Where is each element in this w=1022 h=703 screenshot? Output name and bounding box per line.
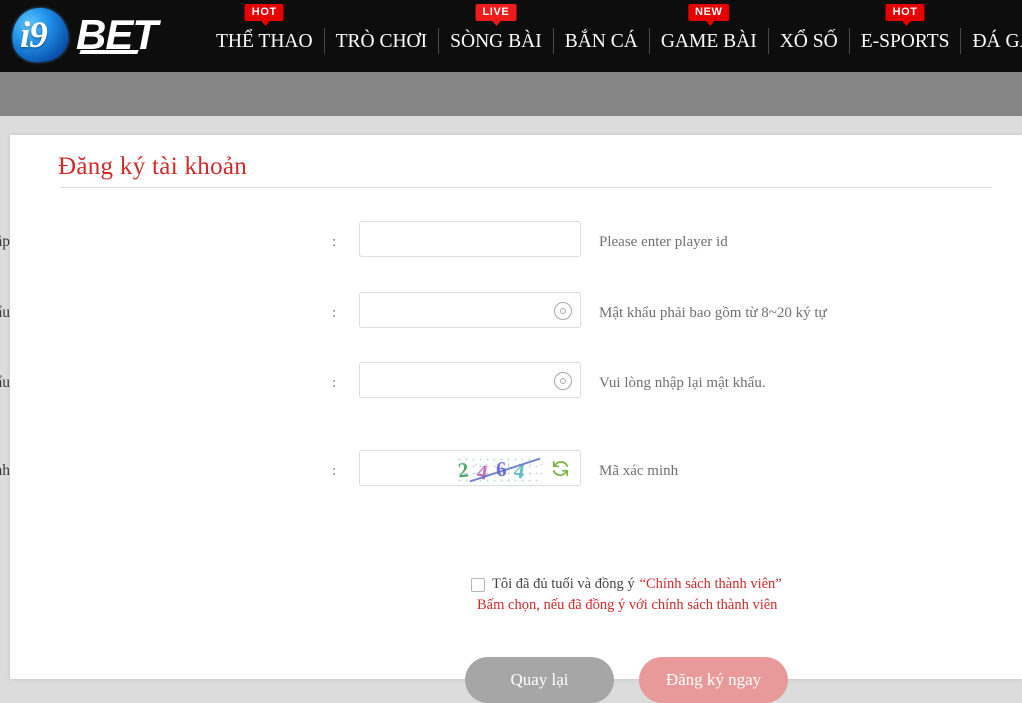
hint-confirm-password: Vui lòng nhập lại mật khẩu. — [599, 375, 766, 391]
badge-hot: HOT — [885, 4, 925, 26]
username-input[interactable] — [360, 222, 580, 256]
nav-item-tro-choi[interactable]: TRÒ CHƠI — [325, 0, 439, 72]
badge-live: LIVE — [475, 4, 517, 26]
nav-label: TRÒ CHƠI — [335, 31, 428, 52]
agree-checkbox[interactable] — [471, 577, 485, 592]
site-logo[interactable]: i9 BET — [8, 4, 198, 66]
page-title: Đăng ký tài khoản — [58, 153, 248, 180]
password-input[interactable] — [360, 293, 580, 327]
nav-label: XỔ SỐ — [779, 31, 838, 52]
label-text: Tên đăng nhập — [0, 233, 10, 250]
nav-label: BẮN CÁ — [564, 31, 638, 52]
badge-new: NEW — [688, 4, 730, 26]
label-text: Mã xác minh — [0, 462, 10, 479]
captcha-input-wrapper[interactable]: 2 4 6 4 — [359, 450, 581, 486]
hint-password: Mật khẩu phải bao gồm từ 8~20 ký tự — [599, 305, 827, 321]
username-input-wrapper[interactable] — [359, 221, 581, 257]
agreement-note: Bấm chọn, nếu đã đồng ý với chính sách t… — [477, 597, 778, 613]
nav-item-game-bai[interactable]: NEW GAME BÀI — [650, 0, 768, 72]
nav-label: E-SPORTS — [860, 31, 950, 52]
hint-username: Please enter player id — [599, 234, 728, 250]
nav-label: GAME BÀI — [660, 31, 757, 52]
nav-label: THỂ THAO — [216, 31, 313, 52]
label-text: Mật khẩu — [0, 304, 10, 321]
logo-bet-text: BET — [76, 11, 158, 58]
label-colon: : — [332, 463, 337, 479]
nav-label: ĐÁ GÀ — [972, 31, 1022, 52]
label-password: *Mật khẩu — [0, 292, 10, 334]
label-text: Xác nhận lại mật khẩu — [0, 374, 10, 391]
captcha-image[interactable]: 2 4 6 4 — [456, 456, 542, 482]
refresh-captcha-icon[interactable] — [551, 459, 570, 478]
nav-item-da-ga[interactable]: ĐÁ GÀ — [961, 0, 1022, 72]
label-username: *Tên đăng nhập — [0, 221, 10, 263]
main-navigation: HOT THỂ THAO TRÒ CHƠI LIVE SÒNG BÀI BẮN … — [205, 0, 1022, 72]
agreement-line: Tôi đã đủ tuổi và đồng ý “Chính sách thà… — [471, 576, 991, 593]
nav-item-e-sports[interactable]: HOT E-SPORTS — [850, 0, 961, 72]
agreement-block: Tôi đã đủ tuổi và đồng ý “Chính sách thà… — [471, 576, 991, 614]
label-captcha: *Mã xác minh — [0, 450, 10, 492]
eye-icon[interactable] — [554, 372, 572, 390]
label-confirm-password: *Xác nhận lại mật khẩu — [0, 362, 10, 404]
register-button[interactable]: Đăng ký ngay — [639, 657, 788, 703]
site-header: i9 BET HOT THỂ THAO TRÒ CHƠI LIVE SÒNG B… — [0, 0, 1022, 72]
member-policy-link[interactable]: “Chính sách thành viên” — [640, 576, 782, 593]
form-actions: Quay lại Đăng ký ngay — [465, 657, 788, 703]
password-input-wrapper[interactable] — [359, 292, 581, 328]
nav-item-ban-ca[interactable]: BẮN CÁ — [554, 0, 649, 72]
nav-item-song-bai[interactable]: LIVE SÒNG BÀI — [439, 0, 553, 72]
label-colon: : — [332, 305, 337, 321]
registration-card: Đăng ký tài khoản *Tên đăng nhập : Pleas… — [0, 135, 1022, 703]
badge-hot: HOT — [244, 4, 284, 26]
back-button[interactable]: Quay lại — [465, 657, 614, 703]
hint-captcha: Mã xác minh — [599, 463, 679, 479]
logo-i9-text: i9 — [20, 15, 48, 56]
title-divider — [60, 187, 992, 188]
confirm-password-input-wrapper[interactable] — [359, 362, 581, 398]
confirm-password-input[interactable] — [360, 363, 580, 397]
agreement-text: Tôi đã đủ tuổi và đồng ý — [492, 576, 635, 592]
eye-icon[interactable] — [554, 302, 572, 320]
label-colon: : — [332, 375, 337, 391]
nav-label: SÒNG BÀI — [450, 31, 542, 52]
sub-header-band — [0, 72, 1022, 116]
label-colon: : — [332, 234, 337, 250]
nav-item-the-thao[interactable]: HOT THỂ THAO — [205, 0, 324, 72]
nav-item-xo-so[interactable]: XỔ SỐ — [769, 0, 849, 72]
